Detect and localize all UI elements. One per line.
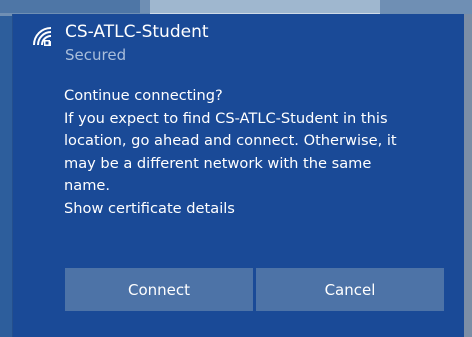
connection-message: Continue connecting? If you expect to fi… [64,85,449,221]
show-certificate-details-link[interactable]: Show certificate details [64,198,449,221]
connect-button[interactable]: Connect [65,268,253,311]
message-heading: Continue connecting? [64,87,223,104]
flyout-edge [464,14,472,337]
network-status: Secured [65,46,127,64]
wifi-secured-icon [33,27,52,46]
message-line: location, go ahead and connect. Otherwis… [64,132,397,150]
message-line: may be a different network with the same [64,154,372,172]
network-name: CS-ATLC-Student [65,22,209,42]
message-line: If you expect to find CS-ATLC-Student in… [64,109,388,127]
taskbar-segment-left [0,0,140,13]
taskbar-segment-highlight [150,0,380,14]
message-line: name. [64,177,111,195]
cancel-button[interactable]: Cancel [256,268,444,311]
